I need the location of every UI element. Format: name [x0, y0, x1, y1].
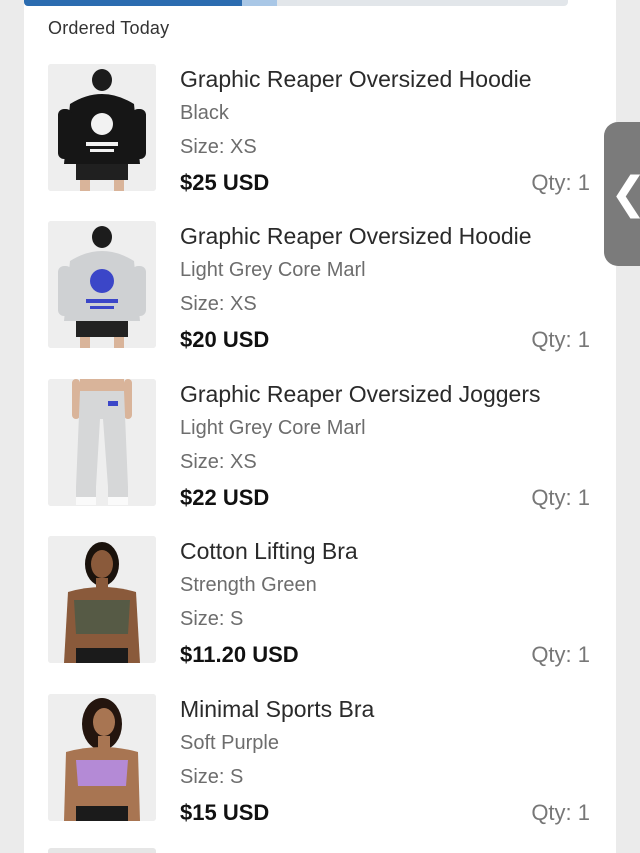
item-price: $20 USD — [180, 327, 270, 352]
item-color: Light Grey Core Marl — [180, 259, 366, 281]
list-item[interactable]: Minimal Sports Bra Soft Purple Size: S $… — [0, 692, 640, 825]
item-title[interactable]: Minimal Sports Bra — [180, 696, 374, 723]
progress-secondary — [242, 0, 277, 6]
item-title[interactable]: Graphic Reaper Oversized Hoodie — [180, 66, 532, 93]
item-color: Strength Green — [180, 574, 317, 596]
item-size: Size: S — [180, 766, 244, 788]
item-title[interactable]: Graphic Reaper Oversized Joggers — [180, 381, 541, 408]
item-price: $25 USD — [180, 170, 270, 195]
grey-hoodie-back-image[interactable] — [48, 221, 156, 348]
item-price: $15 USD — [180, 800, 270, 825]
next-item-thumbnail-edge — [48, 848, 156, 853]
side-drawer-tab[interactable]: ❮ — [604, 122, 640, 266]
item-title[interactable]: Cotton Lifting Bra — [180, 538, 358, 565]
list-item[interactable]: Cotton Lifting Bra Strength Green Size: … — [0, 534, 640, 667]
item-color: Black — [180, 102, 229, 124]
chevron-left-icon: ❮ — [610, 168, 640, 219]
list-item[interactable]: Graphic Reaper Oversized Hoodie Light Gr… — [0, 219, 640, 352]
item-price: $11.20 USD — [180, 642, 299, 667]
item-quantity: Qty: 1 — [531, 800, 590, 825]
item-color: Soft Purple — [180, 732, 279, 754]
grey-joggers-image[interactable] — [48, 379, 156, 506]
progress-fill — [24, 0, 242, 6]
item-quantity: Qty: 1 — [531, 642, 590, 667]
black-hoodie-back-image[interactable] — [48, 64, 156, 191]
item-title[interactable]: Graphic Reaper Oversized Hoodie — [180, 223, 532, 250]
order-progress-bar — [24, 0, 568, 6]
purple-sports-bra-image[interactable] — [48, 694, 156, 821]
item-quantity: Qty: 1 — [531, 170, 590, 195]
item-size: Size: XS — [180, 293, 257, 315]
item-size: Size: XS — [180, 451, 257, 473]
item-size: Size: XS — [180, 136, 257, 158]
section-heading: Ordered Today — [48, 18, 170, 38]
item-size: Size: S — [180, 608, 244, 630]
green-sports-bra-image[interactable] — [48, 536, 156, 663]
list-item[interactable]: Graphic Reaper Oversized Joggers Light G… — [0, 377, 640, 510]
item-quantity: Qty: 1 — [531, 485, 590, 510]
item-quantity: Qty: 1 — [531, 327, 590, 352]
item-color: Light Grey Core Marl — [180, 417, 366, 439]
item-price: $22 USD — [180, 485, 270, 510]
list-item[interactable]: Graphic Reaper Oversized Hoodie Black Si… — [0, 62, 640, 195]
